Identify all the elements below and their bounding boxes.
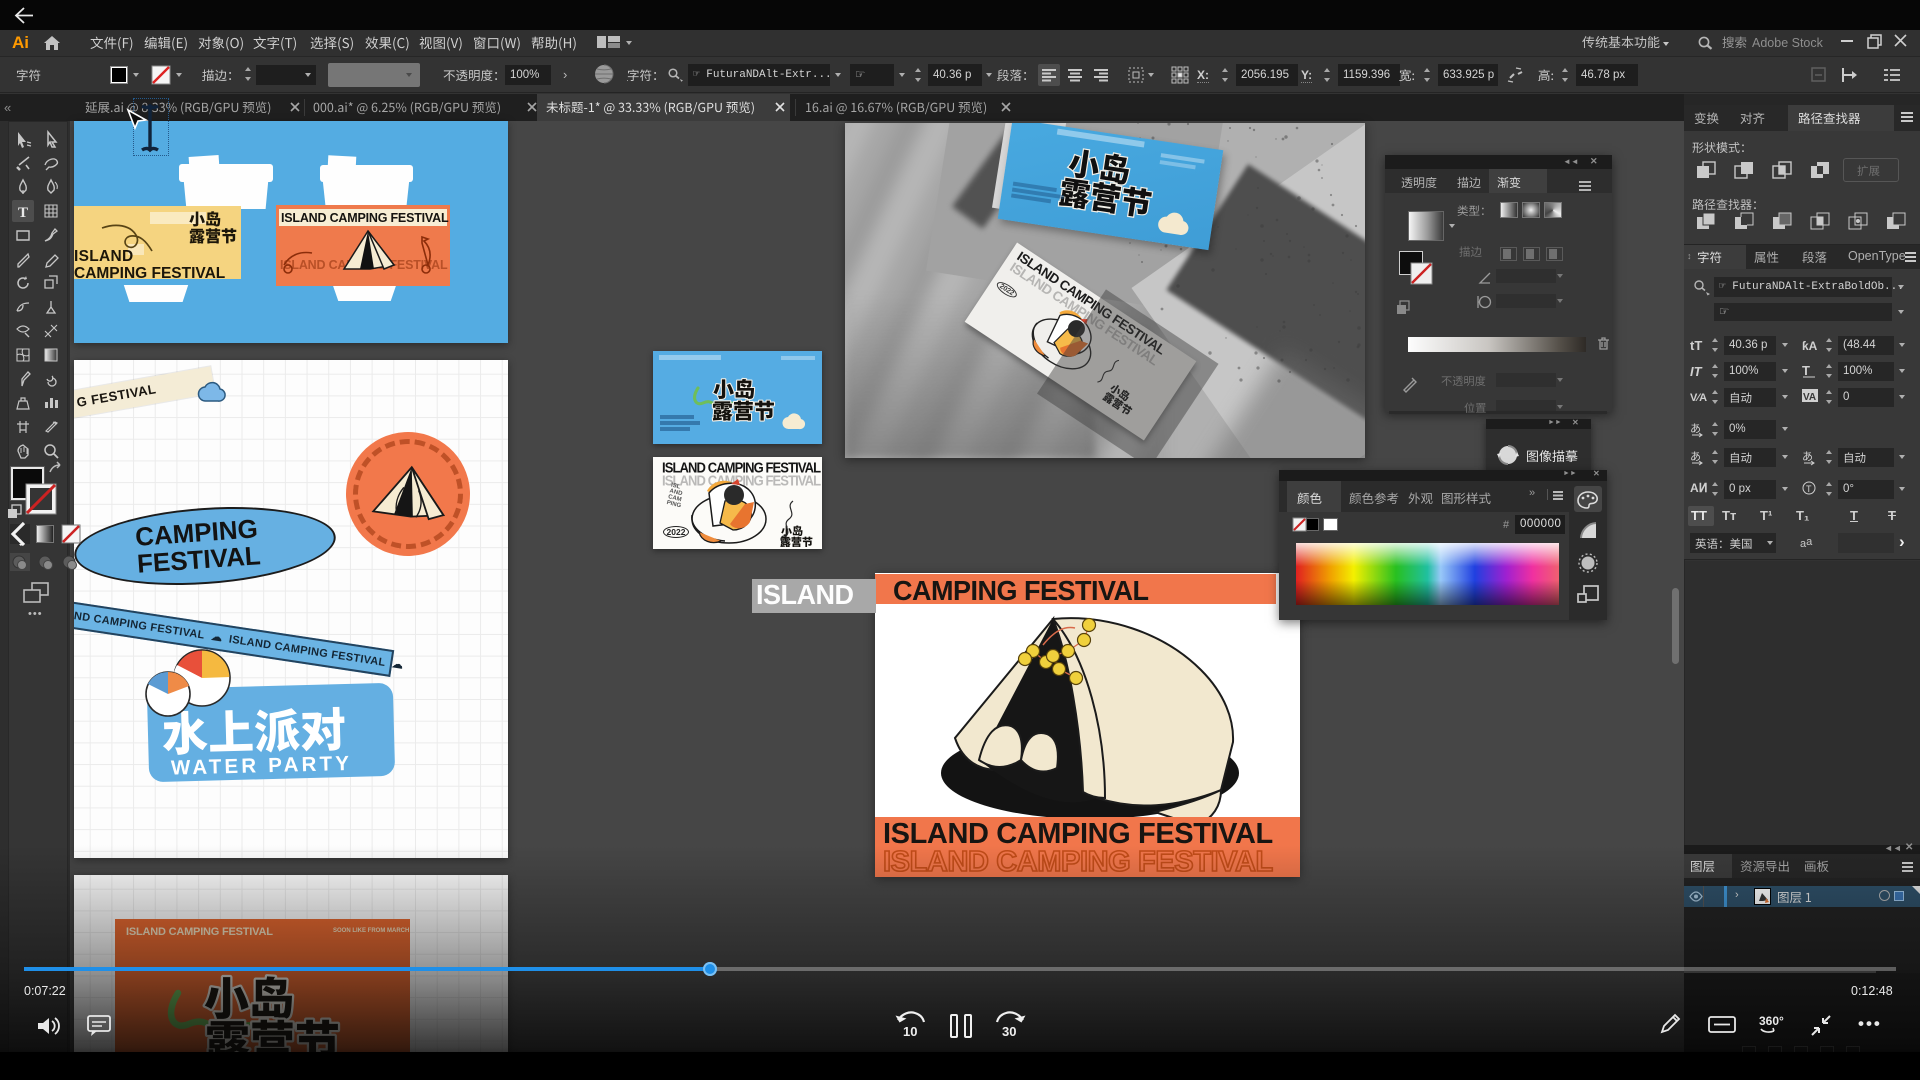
- svg-text:tT: tT: [1690, 338, 1702, 353]
- svg-text:T: T: [1806, 484, 1812, 494]
- svg-text:AͶ: AͶ: [1690, 481, 1708, 495]
- svg-text:360°: 360°: [1759, 1014, 1784, 1028]
- svg-text:VA: VA: [1803, 392, 1816, 403]
- svg-text:T: T: [1802, 363, 1810, 378]
- svg-text:V⁄A: V⁄A: [1690, 392, 1707, 404]
- svg-text:IT: IT: [1690, 364, 1703, 379]
- svg-text:T: T: [18, 205, 28, 221]
- svg-text:30: 30: [1002, 1024, 1016, 1039]
- svg-text:10: 10: [903, 1024, 917, 1039]
- svg-text:ƙA: ƙA: [1802, 339, 1818, 353]
